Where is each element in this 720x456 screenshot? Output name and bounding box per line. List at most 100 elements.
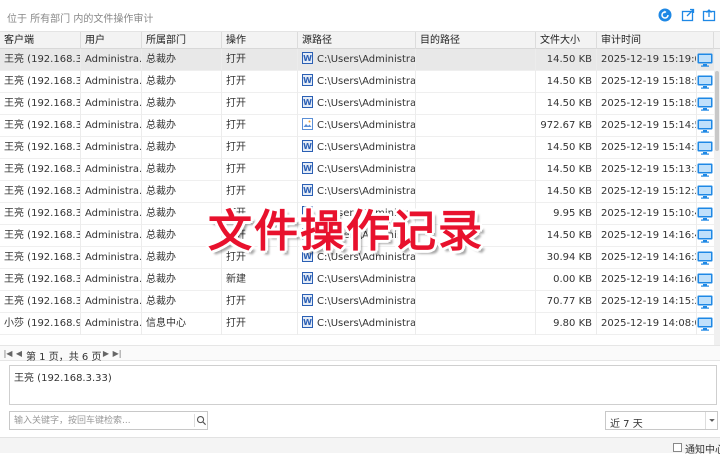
word-file-icon: W: [302, 162, 313, 174]
overlay-caption: 文件操作记录: [208, 195, 508, 257]
col-header-src[interactable]: 源路径: [298, 32, 416, 49]
col-header-op[interactable]: 操作: [222, 32, 298, 49]
table-row[interactable]: 王亮 (192.168.3...Administra...总裁办打开 W C:\Us…: [0, 93, 720, 115]
cell-src: W C:\Users\Administra...: [298, 269, 416, 291]
cell-user: Administra...: [81, 225, 142, 247]
cell-user: Administra...: [81, 269, 142, 291]
share-icon[interactable]: [702, 8, 716, 22]
monitor-icon[interactable]: [697, 273, 713, 287]
table-row[interactable]: 王亮 (192.168.3...Administra...总裁办打开 W C:\Us…: [0, 137, 720, 159]
export-icon[interactable]: [681, 8, 695, 22]
src-path-text: C:\Users\Administra...: [317, 274, 416, 285]
cell-size: 0.00 KB: [536, 269, 597, 291]
monitor-icon[interactable]: [697, 251, 713, 265]
next-page-icon[interactable]: ▶: [101, 348, 111, 359]
col-header-client[interactable]: 客户端: [0, 32, 81, 49]
word-file-icon: W: [302, 316, 313, 328]
word-file-icon: W: [302, 52, 313, 64]
cell-dst: [416, 291, 536, 313]
search-input[interactable]: [10, 412, 192, 429]
cell-dst: [416, 137, 536, 159]
table-row[interactable]: 王亮 (192.168.3...Administra...总裁办打开 W C:\Us…: [0, 49, 720, 71]
cell-src: W C:\Users\Administra...: [298, 291, 416, 313]
search-icon[interactable]: [194, 414, 207, 427]
monitor-icon[interactable]: [697, 53, 713, 67]
cell-dst: [416, 93, 536, 115]
src-path-text: C:\Users\Administra...: [317, 98, 416, 109]
cell-time: 2025-12-19 14:08:02: [597, 313, 697, 335]
monitor-icon[interactable]: [697, 75, 713, 89]
cell-size: 14.50 KB: [536, 137, 597, 159]
table-row[interactable]: 王亮 (192.168.3...Administra...总裁办打开 W C:\Us…: [0, 71, 720, 93]
search-box[interactable]: [9, 411, 208, 430]
cell-op: 新建: [222, 269, 298, 291]
monitor-icon[interactable]: [697, 317, 713, 331]
image-file-icon: [302, 118, 313, 130]
svg-text:W: W: [303, 186, 312, 195]
word-file-icon: W: [302, 140, 313, 152]
monitor-icon[interactable]: [697, 163, 713, 177]
cell-time: 2025-12-19 15:13:37: [597, 159, 697, 181]
notify-checkbox[interactable]: [673, 443, 682, 452]
monitor-icon[interactable]: [697, 119, 713, 133]
monitor-icon[interactable]: [697, 229, 713, 243]
cell-dept: 总裁办: [142, 71, 222, 93]
cell-op: 打开: [222, 159, 298, 181]
cell-user: Administra...: [81, 291, 142, 313]
cell-time: 2025-12-19 15:14:51: [597, 115, 697, 137]
last-page-icon[interactable]: ▶|: [112, 348, 122, 359]
page-indicator: 第 1 页，共 6 页: [26, 352, 102, 363]
monitor-icon[interactable]: [697, 185, 713, 199]
cell-op: 打开: [222, 71, 298, 93]
cell-dst: [416, 115, 536, 137]
cell-dst: [416, 71, 536, 93]
date-range-select[interactable]: 近 7 天: [605, 411, 718, 430]
vertical-scrollbar[interactable]: [714, 49, 720, 345]
cell-size: 14.50 KB: [536, 71, 597, 93]
scrollbar-thumb[interactable]: [715, 71, 719, 151]
cell-size: 14.50 KB: [536, 49, 597, 71]
src-path-text: C:\Users\Administra...: [317, 76, 416, 87]
cell-size: 14.50 KB: [536, 181, 597, 203]
prev-page-icon[interactable]: ◀: [14, 348, 24, 359]
cell-client: 王亮 (192.168.3...: [0, 291, 81, 313]
table-row[interactable]: 王亮 (192.168.3...Administra...总裁办新建 W C:\Us…: [0, 269, 720, 291]
chevron-down-icon[interactable]: [705, 412, 718, 429]
svg-text:W: W: [303, 318, 312, 327]
cell-client: 王亮 (192.168.3...: [0, 203, 81, 225]
cell-dept: 总裁办: [142, 93, 222, 115]
monitor-icon[interactable]: [697, 97, 713, 111]
src-path-text: C:\Users\Administra...: [317, 54, 416, 65]
src-path-text: C:\Users\Administra...: [317, 142, 416, 153]
col-header-user[interactable]: 用户: [81, 32, 142, 49]
col-header-dst[interactable]: 目的路径: [416, 32, 536, 49]
src-path-text: C:\Users\Administra...: [317, 120, 416, 131]
first-page-icon[interactable]: |◀: [3, 348, 13, 359]
cell-client: 王亮 (192.168.3...: [0, 225, 81, 247]
table-row[interactable]: 王亮 (192.168.3...Administra...总裁办打开 W C:\Us…: [0, 159, 720, 181]
refresh-icon[interactable]: [658, 8, 672, 22]
cell-dst: [416, 269, 536, 291]
monitor-icon[interactable]: [697, 207, 713, 221]
cell-dept: 总裁办: [142, 269, 222, 291]
col-header-size[interactable]: 文件大小: [536, 32, 597, 49]
table-row[interactable]: 王亮 (192.168.3...Administra...总裁办打开 C:\Use…: [0, 115, 720, 137]
cell-time: 2025-12-19 14:16:42: [597, 225, 697, 247]
monitor-icon[interactable]: [697, 295, 713, 309]
table-row[interactable]: 小莎 (192.168.9...Administra...信息中心打开 W C:\U…: [0, 313, 720, 335]
cell-op: 打开: [222, 115, 298, 137]
cell-src: W C:\Users\Administra...: [298, 49, 416, 71]
cell-op: 打开: [222, 49, 298, 71]
cell-time: 2025-12-19 15:12:26: [597, 181, 697, 203]
monitor-icon[interactable]: [697, 141, 713, 155]
cell-src: W C:\Users\Administra...: [298, 313, 416, 335]
col-header-dept[interactable]: 所属部门: [142, 32, 222, 49]
cell-user: Administra...: [81, 93, 142, 115]
col-header-time[interactable]: 审计时间: [597, 32, 714, 49]
cell-client: 王亮 (192.168.3...: [0, 181, 81, 203]
cell-user: Administra...: [81, 49, 142, 71]
table-row[interactable]: 王亮 (192.168.3...Administra...总裁办打开 W C:\Us…: [0, 291, 720, 313]
cell-dept: 总裁办: [142, 115, 222, 137]
breadcrumb: 位于 所有部门 内的文件操作审计: [7, 14, 154, 25]
cell-user: Administra...: [81, 71, 142, 93]
